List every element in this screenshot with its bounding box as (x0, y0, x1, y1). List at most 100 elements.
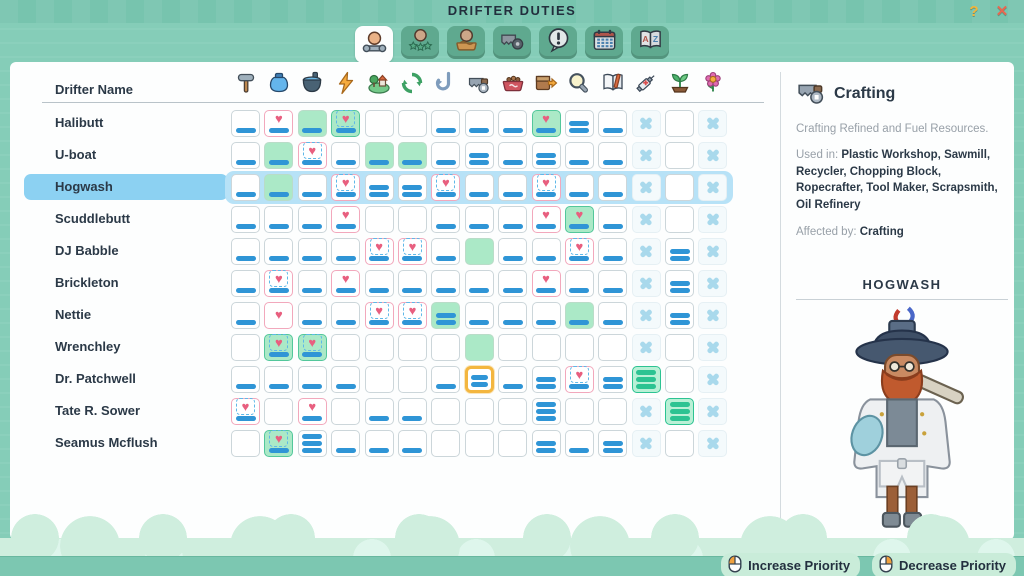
duty-cell-teaching[interactable] (598, 270, 627, 297)
duty-cell-water[interactable]: ♥ (264, 270, 293, 297)
duty-cell-recycling[interactable] (398, 366, 427, 393)
cooking-duty-icon[interactable] (298, 68, 327, 98)
duty-cell-healing[interactable] (632, 238, 661, 265)
duty-cell-fishing[interactable] (431, 430, 460, 457)
teaching-duty-icon[interactable] (598, 68, 627, 98)
duty-cell-crafting[interactable] (465, 302, 494, 329)
drifter-name[interactable]: Scuddlebutt (24, 206, 228, 232)
hauling-duty-icon[interactable] (532, 68, 561, 98)
duty-cell-cooking[interactable] (298, 206, 327, 233)
duty-cell-healing[interactable] (632, 398, 661, 425)
duty-cell-cooking[interactable] (298, 366, 327, 393)
duty-cell-pet-food[interactable] (498, 110, 527, 137)
duty-cell-island[interactable] (365, 366, 394, 393)
duty-cell-building[interactable] (231, 174, 260, 201)
duty-cell-energy[interactable]: ♥ (331, 110, 360, 137)
building-duty-icon[interactable] (231, 68, 260, 98)
duty-cell-island[interactable]: ♥ (365, 238, 394, 265)
crafting-duty-icon[interactable] (465, 68, 494, 98)
duty-cell-building[interactable] (231, 142, 260, 169)
duty-cell-island[interactable] (365, 398, 394, 425)
duty-cell-pet-food[interactable] (498, 142, 527, 169)
duty-cell-hauling[interactable]: ♥ (532, 110, 561, 137)
drifter-name[interactable]: Brickleton (24, 270, 228, 296)
water-duty-icon[interactable] (264, 68, 293, 98)
duty-cell-pet-food[interactable] (498, 430, 527, 457)
drifter-name[interactable]: DJ Babble (24, 238, 228, 264)
duty-cell-water[interactable] (264, 238, 293, 265)
duty-cell-gardening[interactable] (698, 174, 727, 201)
duty-cell-fishing[interactable] (431, 302, 460, 329)
duty-cell-island[interactable] (365, 334, 394, 361)
decrease-priority-button[interactable]: Decrease Priority (872, 553, 1016, 576)
duty-cell-pet-food[interactable] (498, 302, 527, 329)
duty-cell-pet-food[interactable] (498, 398, 527, 425)
duty-cell-fishing[interactable]: ♥ (431, 174, 460, 201)
duty-cell-healing[interactable] (632, 206, 661, 233)
duty-cell-teaching[interactable] (598, 430, 627, 457)
duty-cell-healing[interactable] (632, 110, 661, 137)
duty-cell-cooking[interactable] (298, 174, 327, 201)
duty-cell-fishing[interactable] (431, 206, 460, 233)
duty-cell-recycling[interactable]: ♥ (398, 238, 427, 265)
duty-cell-building[interactable] (231, 110, 260, 137)
island-duty-icon[interactable] (365, 68, 394, 98)
duty-cell-farming[interactable] (665, 270, 694, 297)
duty-cell-teaching[interactable] (598, 398, 627, 425)
duty-cell-hauling[interactable] (532, 430, 561, 457)
duty-cell-building[interactable] (231, 430, 260, 457)
duty-cell-gardening[interactable] (698, 430, 727, 457)
duty-cell-crafting[interactable] (465, 142, 494, 169)
duty-cell-gardening[interactable] (698, 270, 727, 297)
duty-cell-recycling[interactable] (398, 174, 427, 201)
duty-cell-energy[interactable] (331, 334, 360, 361)
farming-duty-icon[interactable] (665, 68, 694, 98)
duty-cell-farming[interactable] (665, 398, 694, 425)
duty-cell-gardening[interactable] (698, 366, 727, 393)
duty-cell-research[interactable]: ♥ (565, 206, 594, 233)
duty-cell-water[interactable]: ♥ (264, 334, 293, 361)
duty-cell-water[interactable] (264, 398, 293, 425)
duty-cell-farming[interactable] (665, 238, 694, 265)
duty-cell-recycling[interactable] (398, 270, 427, 297)
duty-cell-pet-food[interactable] (498, 366, 527, 393)
pet-food-duty-icon[interactable] (498, 68, 527, 98)
duty-cell-farming[interactable] (665, 206, 694, 233)
duty-cell-farming[interactable] (665, 174, 694, 201)
duty-cell-recycling[interactable] (398, 142, 427, 169)
duty-cell-crafting[interactable] (465, 110, 494, 137)
duty-cell-fishing[interactable] (431, 366, 460, 393)
duty-cell-gardening[interactable] (698, 302, 727, 329)
duty-cell-building[interactable]: ♥ (231, 398, 260, 425)
tab-relationships[interactable] (401, 26, 439, 59)
gardening-duty-icon[interactable] (698, 68, 727, 98)
duty-cell-healing[interactable] (632, 142, 661, 169)
duty-cell-research[interactable] (565, 174, 594, 201)
duty-cell-farming[interactable] (665, 430, 694, 457)
duty-cell-energy[interactable]: ♥ (331, 206, 360, 233)
duty-cell-hauling[interactable] (532, 142, 561, 169)
duty-cell-research[interactable] (565, 398, 594, 425)
duty-cell-teaching[interactable] (598, 334, 627, 361)
duty-cell-hauling[interactable]: ♥ (532, 174, 561, 201)
drifter-name[interactable]: Dr. Patchwell (24, 366, 228, 392)
duty-cell-pet-food[interactable] (498, 334, 527, 361)
drifter-name[interactable]: Halibutt (24, 110, 228, 136)
duty-cell-crafting[interactable] (465, 430, 494, 457)
duty-cell-energy[interactable] (331, 430, 360, 457)
duty-cell-water[interactable] (264, 174, 293, 201)
help-button[interactable]: ? (964, 2, 984, 22)
duty-cell-gardening[interactable] (698, 206, 727, 233)
duty-cell-gardening[interactable] (698, 398, 727, 425)
duty-cell-hauling[interactable]: ♥ (532, 206, 561, 233)
duty-cell-hauling[interactable] (532, 302, 561, 329)
duty-cell-farming[interactable] (665, 302, 694, 329)
duty-cell-cooking[interactable] (298, 430, 327, 457)
duty-cell-cooking[interactable] (298, 270, 327, 297)
duty-cell-healing[interactable] (632, 334, 661, 361)
duty-cell-water[interactable] (264, 366, 293, 393)
duty-cell-crafting[interactable] (465, 334, 494, 361)
duty-cell-energy[interactable] (331, 366, 360, 393)
duty-cell-research[interactable]: ♥ (565, 238, 594, 265)
duty-cell-water[interactable] (264, 206, 293, 233)
